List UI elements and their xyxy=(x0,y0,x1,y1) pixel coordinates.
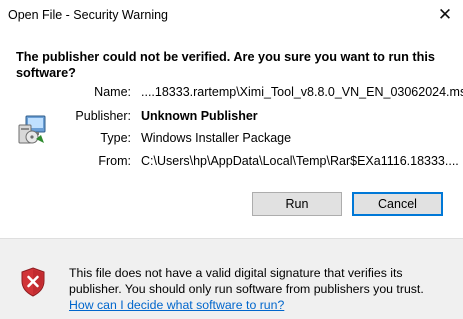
publisher-value: Unknown Publisher xyxy=(141,109,258,123)
type-value: Windows Installer Package xyxy=(141,131,292,145)
title-bar: Open File - Security Warning ✕ xyxy=(0,0,463,31)
dialog-body: The publisher could not be verified. Are… xyxy=(0,31,463,238)
warning-message-block: This file does not have a valid digital … xyxy=(69,265,454,313)
window-title: Open File - Security Warning xyxy=(8,8,169,22)
warning-headline: The publisher could not be verified. Are… xyxy=(16,50,435,80)
from-label: From: xyxy=(98,154,131,168)
close-button[interactable]: ✕ xyxy=(430,2,460,28)
cancel-button[interactable]: Cancel xyxy=(352,192,443,216)
warning-footer: This file does not have a valid digital … xyxy=(0,239,463,319)
name-value: ....18333.rartemp\Ximi_Tool_v8.8.0_VN_EN… xyxy=(141,85,463,99)
installer-package-icon xyxy=(18,115,46,144)
help-link[interactable]: How can I decide what software to run? xyxy=(69,298,284,312)
warning-message: This file does not have a valid digital … xyxy=(69,266,424,296)
shield-error-icon xyxy=(21,267,45,297)
run-button[interactable]: Run xyxy=(252,192,342,216)
type-label: Type: xyxy=(100,131,131,145)
from-value: C:\Users\hp\AppData\Local\Temp\Rar$EXa11… xyxy=(141,154,459,168)
publisher-label: Publisher: xyxy=(75,109,131,123)
close-icon: ✕ xyxy=(437,5,453,24)
name-label: Name: xyxy=(94,85,131,99)
